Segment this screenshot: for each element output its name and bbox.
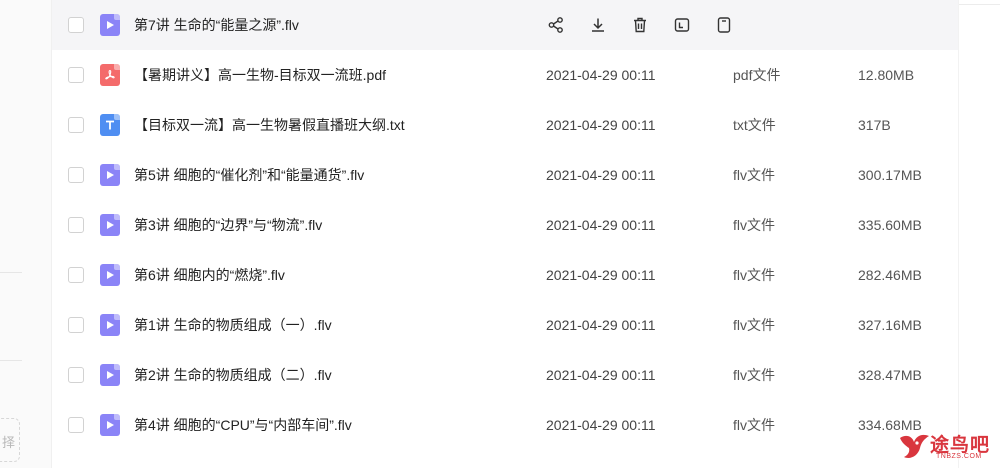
video-file-icon [100, 414, 120, 436]
row-checkbox[interactable] [68, 317, 84, 333]
row-checkbox[interactable] [68, 367, 84, 383]
file-date: 2021-04-29 00:11 [546, 267, 656, 283]
bird-logo-icon [900, 434, 929, 458]
txt-file-icon [100, 114, 120, 136]
watermark-subtext: TNBZS.COM [936, 453, 982, 460]
table-row[interactable]: 【暑期讲义】高一生物-目标双一流班.pdf 2021-04-29 00:11 pdf… [52, 50, 958, 100]
file-name[interactable]: 第1讲 生命的物质组成（一）.flv [134, 315, 332, 335]
table-row[interactable]: 第5讲 细胞的“催化剂”和“能量通货”.flv 2021-04-29 00:11 f… [52, 150, 958, 200]
file-type: flv文件 [733, 167, 775, 183]
file-date: 2021-04-29 00:11 [546, 67, 656, 83]
file-date: 2021-04-29 00:11 [546, 167, 656, 183]
video-file-icon [100, 364, 120, 386]
file-size: 317B [858, 117, 891, 133]
file-date: 2021-04-29 00:11 [546, 417, 656, 433]
file-type: pdf文件 [733, 67, 781, 83]
file-date: 2021-04-29 00:11 [546, 217, 656, 233]
file-type: flv文件 [733, 217, 775, 233]
file-name[interactable]: 第5讲 细胞的“催化剂”和“能量通货”.flv [134, 165, 364, 185]
file-name[interactable]: 第3讲 细胞的“边界”与“物流”.flv [134, 215, 322, 235]
table-row[interactable]: 第3讲 细胞的“边界”与“物流”.flv 2021-04-29 00:11 flv文… [52, 200, 958, 250]
file-type: flv文件 [733, 367, 775, 383]
file-name[interactable]: 第7讲 生命的“能量之源”.flv [134, 15, 299, 35]
file-type: flv文件 [733, 317, 775, 333]
download-icon[interactable] [588, 15, 608, 35]
file-type: txt文件 [733, 117, 776, 133]
file-size: 327.16MB [858, 317, 922, 333]
table-row[interactable]: 【目标双一流】高一生物暑假直播班大纲.txt 2021-04-29 00:11 tx… [52, 100, 958, 150]
file-name[interactable]: 第2讲 生命的物质组成（二）.flv [134, 365, 332, 385]
sidebar-divider [0, 272, 22, 273]
video-file-icon [100, 314, 120, 336]
video-file-icon [100, 14, 120, 36]
row-checkbox[interactable] [68, 217, 84, 233]
file-size: 300.17MB [858, 167, 922, 183]
rename-icon[interactable] [672, 15, 692, 35]
sidebar-dashed-button[interactable]: 择 [0, 418, 20, 462]
file-size: 282.46MB [858, 267, 922, 283]
row-checkbox[interactable] [68, 167, 84, 183]
file-list: 第7讲 生命的“能量之源”.flv 【暑期讲义】高一生物-目标双一流班.pdf 20… [52, 0, 958, 450]
file-name[interactable]: 第4讲 细胞的“CPU”与“内部车间”.flv [134, 415, 352, 435]
table-row[interactable]: 第4讲 细胞的“CPU”与“内部车间”.flv 2021-04-29 00:11 f… [52, 400, 958, 450]
file-type: flv文件 [733, 267, 775, 283]
video-file-icon [100, 164, 120, 186]
video-file-icon [100, 264, 120, 286]
row-checkbox[interactable] [68, 267, 84, 283]
file-name[interactable]: 【暑期讲义】高一生物-目标双一流班.pdf [134, 65, 386, 85]
table-row[interactable]: 第1讲 生命的物质组成（一）.flv 2021-04-29 00:11 flv文件 3… [52, 300, 958, 350]
row-checkbox[interactable] [68, 417, 84, 433]
file-date: 2021-04-29 00:11 [546, 317, 656, 333]
file-date: 2021-04-29 00:11 [546, 117, 656, 133]
row-actions [546, 0, 756, 50]
watermark: 途鸟吧 TNBZS.COM [896, 426, 1000, 466]
file-name[interactable]: 【目标双一流】高一生物暑假直播班大纲.txt [134, 115, 405, 135]
file-size: 335.60MB [858, 217, 922, 233]
video-file-icon [100, 214, 120, 236]
file-type: flv文件 [733, 417, 775, 433]
file-name[interactable]: 第6讲 细胞内的“燃烧”.flv [134, 265, 285, 285]
row-checkbox[interactable] [68, 17, 84, 33]
file-date: 2021-04-29 00:11 [546, 367, 656, 383]
table-row[interactable]: 第7讲 生命的“能量之源”.flv [52, 0, 958, 50]
sidebar-truncated-label: 择 [1, 435, 15, 450]
share-icon[interactable] [546, 15, 566, 35]
row-checkbox[interactable] [68, 67, 84, 83]
sidebar: 择 [0, 0, 52, 468]
delete-icon[interactable] [630, 15, 650, 35]
table-row[interactable]: 第2讲 生命的物质组成（二）.flv 2021-04-29 00:11 flv文件 3… [52, 350, 958, 400]
file-size: 328.47MB [858, 367, 922, 383]
right-panel-edge [958, 0, 1000, 468]
more-icon[interactable] [714, 15, 734, 35]
sidebar-divider [0, 360, 22, 361]
row-checkbox[interactable] [68, 117, 84, 133]
file-size: 12.80MB [858, 67, 915, 83]
table-row[interactable]: 第6讲 细胞内的“燃烧”.flv 2021-04-29 00:11 flv文件 282… [52, 250, 958, 300]
pdf-file-icon [100, 64, 120, 86]
